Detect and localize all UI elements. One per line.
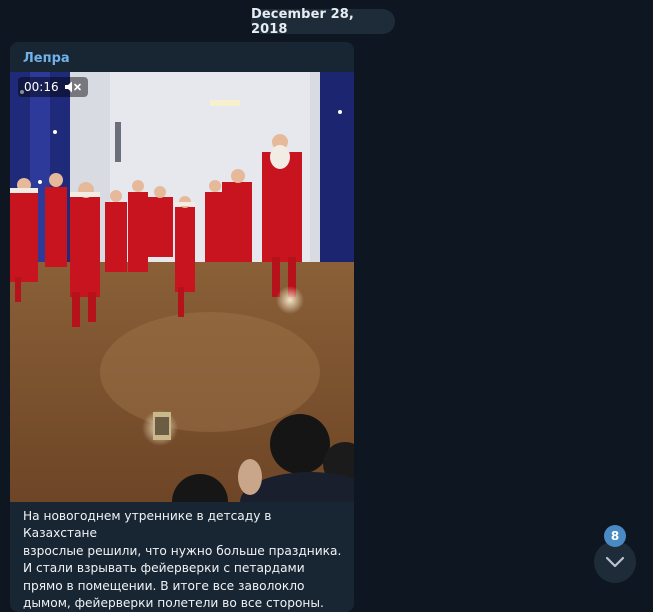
message-text-line: взрослые решили, что нужно больше праздн…	[23, 543, 342, 558]
message-text-line: И стали взрывать фейерверки с петардами	[23, 561, 305, 576]
scroll-to-bottom-button[interactable]	[594, 541, 636, 583]
video-player[interactable]: 00:16	[10, 72, 354, 502]
date-separator: December 28, 2018	[251, 7, 395, 37]
unread-count-badge: 8	[604, 525, 626, 547]
video-frame	[10, 72, 354, 502]
message-bubble: Лепра 00:16 На новогоднем утреннике в де…	[10, 42, 354, 612]
chevron-down-icon	[605, 553, 625, 572]
sender-name[interactable]: Лепра	[23, 51, 70, 66]
video-controls[interactable]: 00:16	[18, 77, 88, 97]
video-duration: 00:16	[24, 80, 59, 94]
message-text-line: прямо в помещении. В итоге все заволокло	[23, 578, 305, 593]
message-text-line: На новогоднем утреннике в детсаду в Каза…	[23, 509, 272, 541]
muted-speaker-icon[interactable]	[64, 80, 82, 94]
message-text-line: дымом, фейерверки полетели во все сторон…	[23, 596, 324, 611]
message-text: На новогоднем утреннике в детсаду в Каза…	[23, 508, 345, 612]
